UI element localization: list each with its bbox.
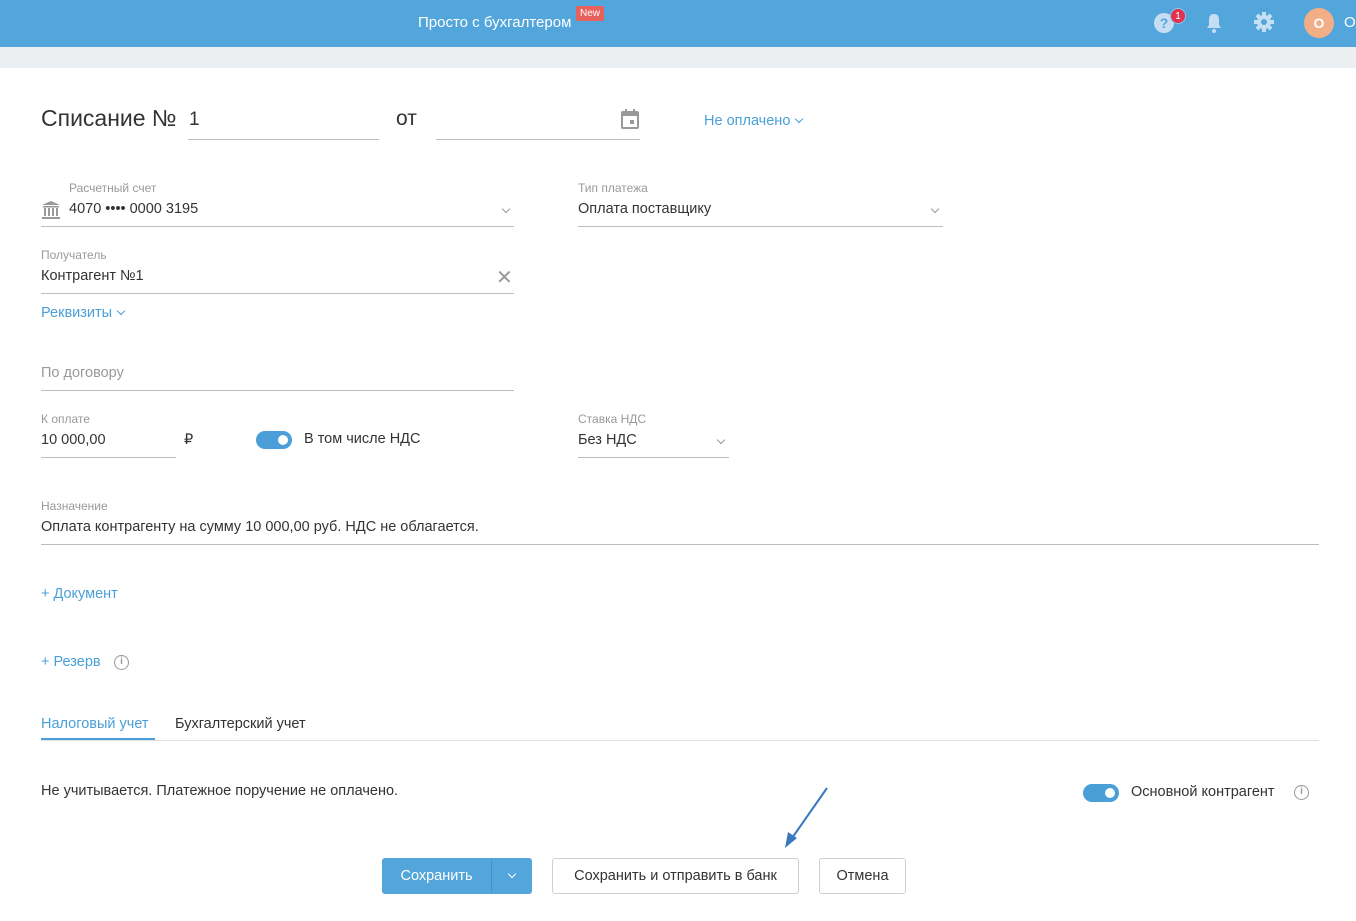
app-title[interactable]: Просто с бухгалтером [418, 14, 571, 31]
chevron-down-icon[interactable] [926, 202, 940, 218]
user-name[interactable]: О [1344, 14, 1356, 31]
amount-input[interactable]: 10 000,00 [41, 432, 106, 448]
help-count-badge: 1 [1170, 8, 1186, 24]
bank-icon [42, 201, 60, 219]
requisites-link[interactable]: Реквизиты [41, 305, 126, 321]
vat-included-toggle[interactable] [256, 431, 292, 449]
vat-rate-select[interactable]: Без НДС [578, 432, 637, 448]
info-icon[interactable]: i [1294, 785, 1309, 800]
save-button[interactable]: Сохранить [382, 858, 491, 894]
chevron-down-icon[interactable] [497, 202, 511, 218]
date-input[interactable] [437, 110, 637, 134]
bell-icon[interactable] [1204, 12, 1224, 34]
account-label: Расчетный счет [69, 181, 157, 195]
purpose-label: Назначение [41, 499, 108, 513]
account-select[interactable]: 4070 •••• 0000 3195 [69, 201, 198, 217]
info-icon[interactable]: i [114, 655, 129, 670]
chevron-down-icon [507, 869, 516, 879]
tab-bookkeeping[interactable]: Бухгалтерский учет [175, 716, 306, 732]
payment-type-select[interactable]: Оплата поставщику [578, 201, 711, 217]
currency-symbol: ₽ [184, 432, 194, 448]
save-options-button[interactable] [491, 858, 532, 894]
main-counterparty-label: Основной контрагент [1131, 784, 1275, 800]
chevron-down-icon [116, 306, 126, 316]
requisites-label: Реквизиты [41, 305, 113, 321]
document-number-input[interactable]: 1 [189, 109, 200, 131]
main-counterparty-toggle[interactable] [1083, 784, 1119, 802]
arrow-annotation [785, 787, 828, 848]
avatar[interactable]: О [1304, 8, 1334, 38]
new-badge: New [576, 6, 605, 21]
purpose-input[interactable]: Оплата контрагенту на сумму 10 000,00 ру… [41, 519, 479, 535]
payment-type-label: Тип платежа [578, 181, 648, 195]
save-and-send-button[interactable]: Сохранить и отправить в банк [552, 858, 799, 894]
amount-label: К оплате [41, 412, 90, 426]
cancel-button[interactable]: Отмена [819, 858, 906, 894]
page-title: Списание № [41, 105, 177, 131]
payment-status-label: Не оплачено [704, 113, 791, 129]
calendar-icon[interactable] [621, 109, 639, 129]
date-label: от [396, 107, 417, 130]
contract-input[interactable]: По договору [41, 365, 124, 381]
clear-icon[interactable]: ✕ [496, 265, 513, 290]
chevron-down-icon[interactable] [712, 433, 726, 449]
recipient-label: Получатель [41, 248, 107, 262]
top-spacer [0, 47, 1356, 68]
vat-rate-label: Ставка НДС [578, 412, 647, 426]
gear-icon[interactable] [1253, 11, 1275, 33]
payment-status-dropdown[interactable]: Не оплачено [704, 113, 804, 129]
add-reserve-link[interactable]: + Резерв [41, 654, 101, 670]
recipient-input[interactable]: Контрагент №1 [41, 268, 144, 284]
vat-included-label: В том числе НДС [304, 431, 421, 447]
tab-tax-accounting[interactable]: Налоговый учет [41, 716, 149, 732]
chevron-down-icon [795, 114, 804, 124]
tax-note: Не учитывается. Платежное поручение не о… [41, 783, 399, 799]
add-document-link[interactable]: + Документ [41, 586, 118, 602]
top-bar: Просто с бухгалтером New ? 1 О О [0, 0, 1356, 47]
